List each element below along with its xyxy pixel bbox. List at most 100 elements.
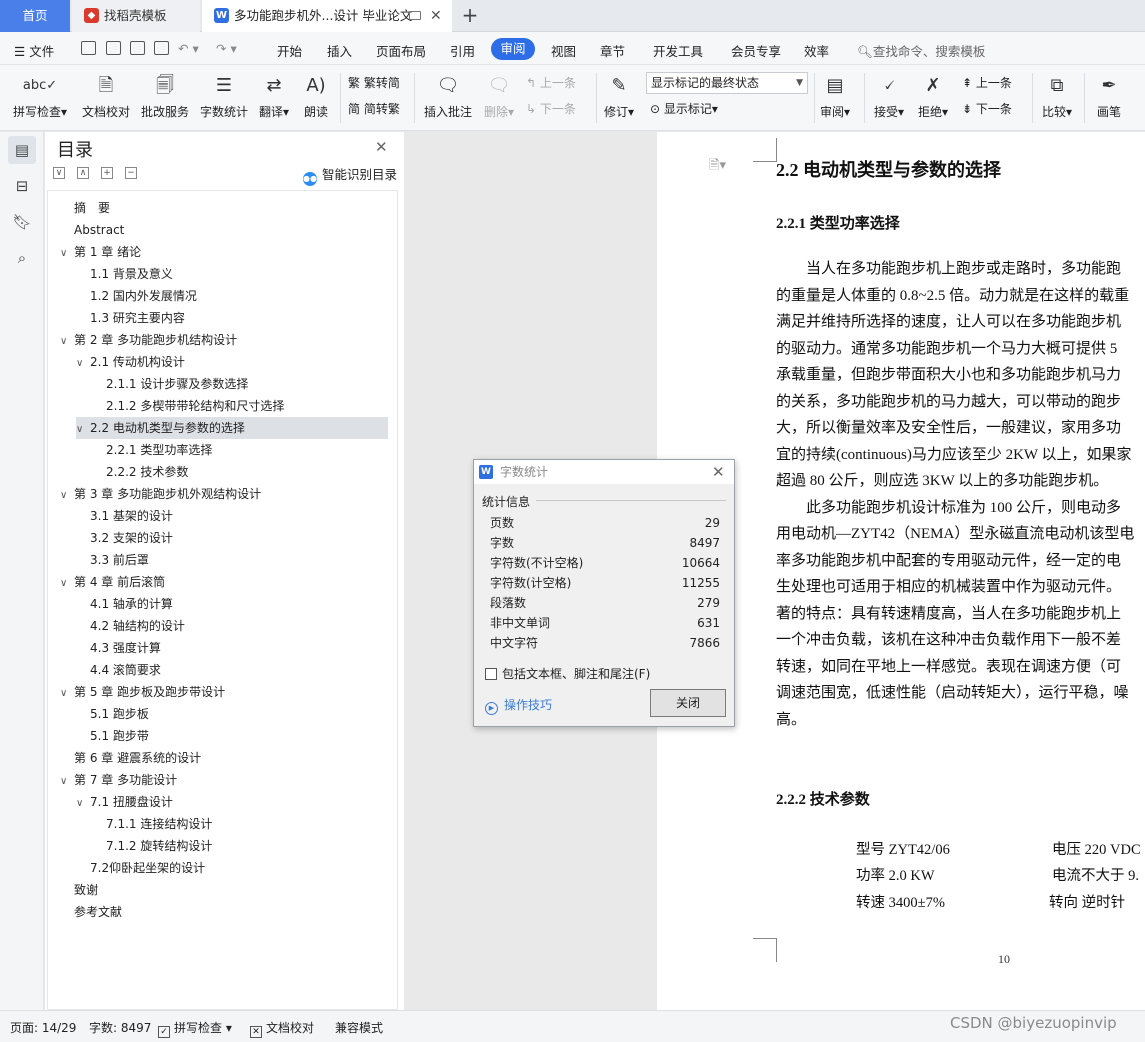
compare-button[interactable]: ⧉ 比较▾ bbox=[1038, 69, 1076, 121]
toc-item[interactable]: 摘 要 bbox=[74, 197, 110, 219]
print-icon[interactable] bbox=[130, 41, 145, 55]
translate-button[interactable]: ⇄ 翻译▾ bbox=[256, 69, 292, 121]
trad-to-simp-button[interactable]: 繁 繁转简 bbox=[348, 74, 400, 91]
bookmark-icon[interactable]: 🔖︎ bbox=[8, 208, 36, 236]
chevron-down-icon[interactable]: ∨ bbox=[60, 485, 74, 507]
next-comment-button[interactable]: ↳ 下一条 bbox=[526, 100, 576, 117]
command-search[interactable]: 🔍︎查找命令、搜索模板 bbox=[857, 41, 985, 60]
review-pane-button[interactable]: ▤ 审阅▾ bbox=[816, 69, 854, 121]
toc-item[interactable]: 1.3 研究主要内容 bbox=[90, 307, 185, 329]
proof-status[interactable]: ✕ 文档校对 bbox=[250, 1019, 314, 1038]
chevron-down-icon[interactable]: ∨ bbox=[60, 243, 74, 265]
toc-item[interactable]: 2.2.1 类型功率选择 bbox=[106, 439, 212, 461]
toc-item[interactable]: Abstract bbox=[74, 219, 124, 241]
toc-item[interactable]: ∨ 第 7 章 多功能设计 bbox=[60, 769, 177, 791]
simp-to-trad-button[interactable]: 简 简转繁 bbox=[348, 100, 400, 117]
menu-review[interactable]: 审阅 bbox=[491, 38, 535, 60]
chevron-down-icon[interactable]: ∨ bbox=[76, 353, 90, 375]
toc-item[interactable]: 5.1 跑步板 bbox=[90, 703, 149, 725]
toc-item[interactable]: 致谢 bbox=[74, 879, 98, 901]
menu-member[interactable]: 会员专享 bbox=[731, 41, 781, 60]
toc-item[interactable]: 2.2.2 技术参数 bbox=[106, 461, 188, 483]
print-preview-icon[interactable] bbox=[154, 41, 169, 55]
tips-link[interactable]: ▶ 操作技巧 bbox=[485, 696, 552, 715]
reject-button[interactable]: ✗ 拒绝▾ bbox=[914, 69, 952, 121]
chapter-nav-icon[interactable]: ⊟ bbox=[8, 172, 36, 200]
toc-item[interactable]: 3.1 基架的设计 bbox=[90, 505, 173, 527]
revise-button[interactable]: ✎ 修订▾ bbox=[600, 69, 638, 121]
page-options-icon[interactable]: 🗎▾ bbox=[709, 156, 726, 178]
remove-item-icon[interactable]: − bbox=[125, 167, 137, 179]
toc-item[interactable]: ∨ 2.1 传动机构设计 bbox=[76, 351, 185, 373]
redo-icon[interactable]: ↷ ▾ bbox=[216, 41, 237, 56]
menu-chapter[interactable]: 章节 bbox=[600, 41, 625, 60]
toc-item[interactable]: 3.3 前后罩 bbox=[90, 549, 149, 571]
close-icon[interactable]: ✕ bbox=[712, 460, 725, 484]
menu-insert[interactable]: 插入 bbox=[327, 41, 352, 60]
close-tab-icon[interactable]: ✕ bbox=[430, 0, 442, 32]
toc-item[interactable]: 参考文献 bbox=[74, 901, 122, 923]
file-menu[interactable]: ☰ 文件 bbox=[14, 41, 54, 60]
read-aloud-button[interactable]: A) 朗读 bbox=[298, 69, 334, 121]
save-icon[interactable] bbox=[81, 41, 96, 55]
toc-item[interactable]: 1.1 背景及意义 bbox=[90, 263, 173, 285]
menu-view[interactable]: 视图 bbox=[551, 41, 576, 60]
menu-reference[interactable]: 引用 bbox=[450, 41, 475, 60]
tab-home[interactable]: 首页 bbox=[0, 0, 70, 32]
toc-item[interactable]: ∨ 2.2 电动机类型与参数的选择 bbox=[76, 417, 388, 439]
spell-check-button[interactable]: abc✓ 拼写检查▾ bbox=[8, 69, 72, 121]
toc-item[interactable]: 5.1 跑步带 bbox=[90, 725, 149, 747]
toc-item[interactable]: 2.1.1 设计步骤及参数选择 bbox=[106, 373, 248, 395]
toc-item[interactable]: 2.1.2 多楔带带轮结构和尺寸选择 bbox=[106, 395, 284, 417]
prev-comment-button[interactable]: ↰ 上一条 bbox=[526, 74, 576, 91]
menu-start[interactable]: 开始 bbox=[277, 41, 302, 60]
word-count-button[interactable]: ☰ 字数统计 bbox=[196, 69, 252, 121]
next-change-button[interactable]: ⇟ 下一条 bbox=[962, 100, 1012, 117]
toc-item[interactable]: ∨ 第 3 章 多功能跑步机外观结构设计 bbox=[60, 483, 261, 505]
accept-button[interactable]: 🗸 接受▾ bbox=[870, 69, 908, 121]
toc-item[interactable]: ∨ 第 5 章 跑步板及跑步带设计 bbox=[60, 681, 225, 703]
prev-change-button[interactable]: ⇞ 上一条 bbox=[962, 74, 1012, 91]
toc-item[interactable]: ∨ 第 2 章 多功能跑步机结构设计 bbox=[60, 329, 237, 351]
expand-all-icon[interactable]: ∧ bbox=[77, 167, 89, 179]
close-icon[interactable]: ✕ bbox=[375, 138, 388, 156]
markup-state-select[interactable]: 显示标记的最终状态 ▼ bbox=[646, 72, 808, 94]
review-service-button[interactable]: 🗐 批改服务 bbox=[138, 69, 192, 121]
chevron-down-icon[interactable]: ∨ bbox=[60, 771, 74, 793]
menu-efficiency[interactable]: 效率 bbox=[804, 41, 829, 60]
chevron-down-icon[interactable]: ∨ bbox=[60, 683, 74, 705]
add-item-icon[interactable]: + bbox=[101, 167, 113, 179]
chevron-down-icon[interactable]: ∨ bbox=[76, 793, 90, 815]
new-tab-button[interactable]: + bbox=[456, 0, 484, 32]
toc-item[interactable]: ∨ 第 4 章 前后滚筒 bbox=[60, 571, 165, 593]
chevron-down-icon[interactable]: ∨ bbox=[76, 419, 90, 441]
insert-comment-button[interactable]: 🗨 插入批注 bbox=[420, 69, 476, 121]
delete-comment-button[interactable]: 🗨 删除▾ bbox=[480, 69, 518, 121]
smart-toc-button[interactable]: ●● 智能识别目录 bbox=[303, 164, 397, 186]
tab-document[interactable]: W 多功能跑步机外...设计 毕业论文 ✕ bbox=[202, 0, 452, 32]
toc-item[interactable]: 7.1.2 旋转结构设计 bbox=[106, 835, 212, 857]
close-button[interactable]: 关闭 bbox=[650, 689, 726, 717]
pen-button[interactable]: ✒ 画笔 bbox=[1090, 69, 1128, 121]
toc-item[interactable]: 4.4 滚筒要求 bbox=[90, 659, 161, 681]
toc-item[interactable]: 4.3 强度计算 bbox=[90, 637, 161, 659]
menu-devtools[interactable]: 开发工具 bbox=[653, 41, 703, 60]
toc-item[interactable]: ∨ 7.1 扭腰盘设计 bbox=[76, 791, 173, 813]
monitor-icon[interactable] bbox=[409, 11, 421, 20]
word-count-indicator[interactable]: 字数: 8497 bbox=[89, 1019, 151, 1036]
toc-item[interactable]: 第 6 章 避震系统的设计 bbox=[74, 747, 201, 769]
show-markup-button[interactable]: ⊙ 显示标记▾ bbox=[650, 100, 718, 117]
tab-template[interactable]: ◆ 找稻壳模板 bbox=[72, 0, 200, 32]
search-icon[interactable]: ⌕ bbox=[8, 244, 36, 272]
collapse-all-icon[interactable]: ∨ bbox=[53, 167, 65, 179]
toc-item[interactable]: 1.2 国内外发展情况 bbox=[90, 285, 197, 307]
include-notes-checkbox[interactable]: 包括文本框、脚注和尾注(F) bbox=[485, 665, 650, 682]
proofread-button[interactable]: 🗎 文档校对 bbox=[78, 69, 134, 121]
toc-item[interactable]: 7.2仰卧起坐架的设计 bbox=[90, 857, 205, 879]
toc-item[interactable]: 7.1.1 连接结构设计 bbox=[106, 813, 212, 835]
toc-item[interactable]: 4.2 轴结构的设计 bbox=[90, 615, 185, 637]
page-indicator[interactable]: 页面: 14/29 bbox=[10, 1019, 76, 1036]
undo-icon[interactable]: ↶ ▾ bbox=[178, 41, 199, 56]
toc-nav-icon[interactable]: ▤ bbox=[8, 136, 36, 164]
toc-item[interactable]: ∨ 第 1 章 绪论 bbox=[60, 241, 141, 263]
